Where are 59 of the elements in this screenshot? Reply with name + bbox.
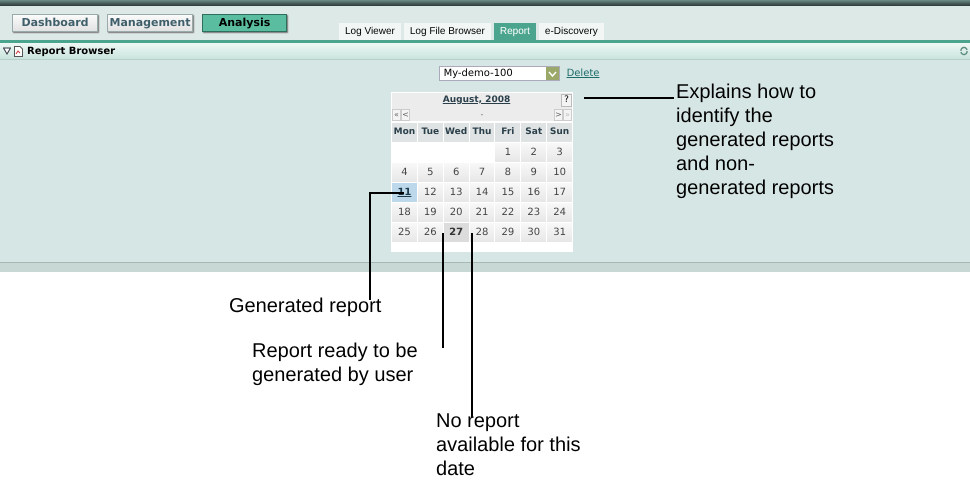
weekday-header: Thu bbox=[470, 123, 494, 142]
calendar-day[interactable]: 3 bbox=[547, 143, 572, 162]
next-button[interactable]: > bbox=[554, 108, 563, 120]
callout-text: Report ready to be generated by user bbox=[252, 339, 418, 387]
calendar-day[interactable]: 2 bbox=[521, 143, 546, 162]
calendar-day[interactable]: 16 bbox=[521, 183, 546, 202]
calendar-day[interactable]: 25 bbox=[392, 223, 417, 242]
callout-text: Generated report bbox=[229, 294, 382, 318]
calendar-day[interactable]: 28 bbox=[470, 223, 494, 242]
document-icon bbox=[14, 46, 23, 56]
calendar-day[interactable]: 13 bbox=[444, 183, 469, 202]
calendar-day[interactable]: 18 bbox=[392, 203, 417, 222]
calendar-day[interactable]: 21 bbox=[470, 203, 494, 222]
calendar-day[interactable]: 1 bbox=[495, 143, 520, 162]
calendar-day[interactable]: 8 bbox=[495, 163, 520, 182]
prev-button[interactable]: < bbox=[401, 108, 410, 120]
calendar-day[interactable]: 29 bbox=[495, 223, 520, 242]
calendar-day[interactable]: 23 bbox=[521, 203, 546, 222]
nav-button[interactable]: Management bbox=[107, 14, 193, 32]
calendar-day[interactable]: 19 bbox=[418, 203, 443, 222]
tab[interactable]: e-Discovery bbox=[538, 23, 604, 40]
weekday-header: Wed bbox=[444, 123, 469, 142]
delete-link[interactable]: Delete bbox=[566, 66, 600, 81]
first-button[interactable]: « bbox=[392, 108, 401, 120]
calendar-day[interactable]: 15 bbox=[495, 183, 520, 202]
calendar-day[interactable]: 24 bbox=[547, 203, 572, 222]
calendar-day[interactable]: 20 bbox=[444, 203, 469, 222]
nav-button[interactable]: Dashboard bbox=[12, 14, 98, 32]
callout-text: Explains how to identify the generated reports and non- generated reports bbox=[676, 80, 834, 200]
calendar-day[interactable]: 7 bbox=[470, 163, 494, 182]
calendar-day[interactable]: 4 bbox=[392, 163, 417, 182]
callout-text: No report available for this date bbox=[436, 409, 581, 481]
calendar-day[interactable]: 9 bbox=[521, 163, 546, 182]
weekday-header: Mon bbox=[392, 123, 417, 142]
calendar-day[interactable]: 17 bbox=[547, 183, 572, 202]
expand-triangle-icon[interactable] bbox=[3, 47, 11, 55]
calendar-day[interactable]: 31 bbox=[547, 223, 572, 242]
panel-title: Report Browser bbox=[27, 44, 116, 58]
calendar-day[interactable]: 30 bbox=[521, 223, 546, 242]
nav-button[interactable]: Analysis bbox=[202, 14, 287, 32]
calendar-day[interactable]: 12 bbox=[418, 183, 443, 202]
calendar-day[interactable]: 26 bbox=[418, 223, 443, 242]
refresh-icon[interactable] bbox=[959, 46, 969, 56]
tab[interactable]: Log File Browser bbox=[404, 23, 491, 40]
calendar-day[interactable]: 5 bbox=[418, 163, 443, 182]
calendar-day[interactable]: 22 bbox=[495, 203, 520, 222]
calendar-range: - bbox=[480, 108, 484, 120]
calendar-day[interactable]: 6 bbox=[444, 163, 469, 182]
weekday-header: Sat bbox=[521, 123, 546, 142]
calendar-month[interactable]: August, 2008 bbox=[392, 94, 561, 108]
report-select[interactable]: My-demo-100 bbox=[438, 66, 560, 81]
tab[interactable]: Log Viewer bbox=[339, 23, 401, 40]
calendar-day[interactable]: 14 bbox=[470, 183, 494, 202]
weekday-header: Sun bbox=[547, 123, 572, 142]
calendar-day[interactable]: 27 bbox=[444, 223, 469, 242]
weekday-header: Tue bbox=[418, 123, 443, 142]
help-button[interactable]: ? bbox=[561, 94, 572, 107]
calendar-day[interactable]: 10 bbox=[547, 163, 572, 182]
weekday-header: Fri bbox=[495, 123, 520, 142]
